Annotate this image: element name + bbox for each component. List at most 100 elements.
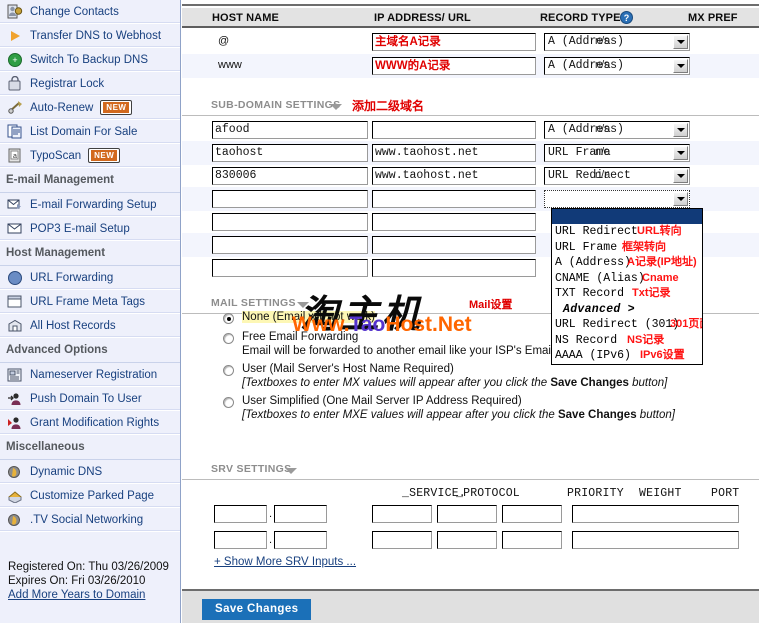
mail-option-user-simplified[interactable]: User Simplified (One Mail Server IP Addr… [182, 394, 759, 426]
show-more-srv-inputs-link[interactable]: + Show More SRV Inputs ... [214, 556, 356, 568]
sidebar-item-transfer-dns[interactable]: Transfer DNS to Webhost [0, 24, 180, 48]
sidebar-item-grant-modification-rights[interactable]: Grant Modification Rights [0, 411, 180, 435]
sidebar-item-label: .TV Social Networking [30, 513, 144, 526]
sidebar-item-auto-renew[interactable]: Auto-Renew NEW [0, 96, 180, 120]
srv-weight-input[interactable] [437, 531, 497, 549]
record-type-select[interactable]: URL Redirect [544, 167, 690, 185]
srv-priority-input[interactable] [372, 505, 432, 523]
host-name-input[interactable]: taohost [212, 144, 368, 162]
ip-address-input[interactable] [372, 190, 536, 208]
radio-user-simplified[interactable] [223, 397, 234, 408]
chevron-down-icon[interactable] [285, 468, 297, 474]
sidebar-item-label: Grant Modification Rights [30, 416, 160, 429]
ip-address-input[interactable]: WWW的A记录 [372, 57, 536, 75]
dropdown-option-txt-record[interactable]: TXT Record Txt记录 [552, 286, 702, 302]
sidebar-item-url-frame-meta-tags[interactable]: URL Frame Meta Tags [0, 290, 180, 314]
host-name-input[interactable]: 830006 [212, 167, 368, 185]
sidebar-item-label: Change Contacts [30, 5, 119, 18]
dropdown-option-cname-alias[interactable]: CNAME (Alias) Cname [552, 271, 702, 287]
sidebar-item-push-domain-to-user[interactable]: Push Domain To User [0, 387, 180, 411]
host-name-input[interactable] [212, 213, 368, 231]
chevron-down-icon[interactable] [673, 35, 688, 49]
srv-priority-input[interactable] [372, 531, 432, 549]
host-name-input[interactable] [212, 190, 368, 208]
dropdown-option-a-address[interactable]: A (Address) A记录(IP地址) [552, 255, 702, 271]
sidebar-item-label: URL Forwarding [30, 271, 114, 284]
lock-icon [6, 75, 24, 93]
ip-address-input[interactable] [372, 259, 536, 277]
dropdown-option-url-redirect[interactable]: URL Redirect URL转向 [552, 224, 702, 240]
host-name-input[interactable] [212, 236, 368, 254]
record-type-select[interactable]: URL Frame [544, 144, 690, 162]
chevron-down-icon[interactable] [330, 104, 342, 110]
sidebar-item-tv-social-networking[interactable]: .TV Social Networking [0, 508, 180, 532]
srv-settings-header[interactable]: SRV SETTINGS [182, 458, 759, 480]
sidebar-item-dynamic-dns[interactable]: Dynamic DNS [0, 460, 180, 484]
srv-dot-separator: . [269, 508, 273, 520]
record-type-select[interactable]: A (Address) [544, 57, 690, 75]
save-bar: Save Changes [182, 589, 759, 623]
record-type-select-open[interactable] [544, 190, 690, 208]
sidebar-item-customize-parked-page[interactable]: Customize Parked Page [0, 484, 180, 508]
srv-protocol-input[interactable] [274, 531, 327, 549]
ip-address-input[interactable]: 主域名A记录 [372, 33, 536, 51]
ip-address-input[interactable] [372, 236, 536, 254]
srv-port-input[interactable] [502, 531, 562, 549]
radio-user[interactable] [223, 365, 234, 376]
dropdown-option-aaaa-ipv6[interactable]: AAAA (IPv6) IPv6设置 [552, 348, 702, 364]
dropdown-option-url-redirect-301[interactable]: URL Redirect (301) 301页面 [552, 317, 702, 333]
chevron-down-icon[interactable] [673, 169, 688, 183]
dropdown-option-blank[interactable] [552, 209, 702, 224]
srv-weight-input[interactable] [437, 505, 497, 523]
srv-service-input[interactable] [214, 505, 267, 523]
sidebar-item-pop3-email-setup[interactable]: POP3 E-mail Setup [0, 217, 180, 241]
ip-address-input[interactable] [372, 121, 536, 139]
add-more-years-link[interactable]: Add More Years to Domain [8, 589, 145, 601]
mx-pref-value: n/a [595, 146, 611, 158]
save-changes-button[interactable]: Save Changes [202, 599, 312, 620]
sidebar-item-nameserver-registration[interactable]: Nameserver Registration [0, 363, 180, 387]
sidebar-item-registrar-lock[interactable]: Registrar Lock [0, 72, 180, 96]
table-row: www WWW的A记录 A (Address) n/a [182, 54, 759, 78]
srv-protocol-input[interactable] [274, 505, 327, 523]
subdomain-settings-header[interactable]: SUB-DOMAIN SETTINGS 添加二级域名 [182, 94, 759, 116]
chevron-down-icon[interactable] [673, 146, 688, 160]
sidebar-item-label: Registrar Lock [30, 77, 105, 90]
sidebar-item-change-contacts[interactable]: Change Contacts [0, 0, 180, 24]
chevron-down-icon[interactable] [297, 302, 309, 308]
srv-service-input[interactable] [214, 531, 267, 549]
sidebar-item-backup-dns[interactable]: + Switch To Backup DNS [0, 48, 180, 72]
srv-target-input[interactable] [572, 531, 739, 549]
record-type-select[interactable]: A (Address) [544, 33, 690, 51]
srv-settings-title: SRV SETTINGS [211, 463, 292, 475]
chevron-down-icon[interactable] [673, 123, 688, 137]
dropdown-option-url-frame[interactable]: URL Frame 框架转向 [552, 240, 702, 256]
record-type-dropdown-list[interactable]: URL Redirect URL转向 URL Frame 框架转向 A (Add… [551, 208, 703, 365]
sidebar-item-label: Dynamic DNS [30, 465, 103, 478]
srv-target-input[interactable] [572, 505, 739, 523]
chevron-down-icon[interactable] [673, 59, 688, 73]
srv-dot-separator: . [269, 534, 273, 546]
mail-option-user[interactable]: User (Mail Server's Host Name Required) … [182, 362, 759, 394]
dropdown-option-ns-record[interactable]: NS Record NS记录 [552, 333, 702, 349]
sidebar-item-email-forwarding-setup[interactable]: E-mail Forwarding Setup [0, 193, 180, 217]
srv-col-weight: WEIGHT [639, 487, 682, 500]
host-name-input[interactable] [212, 259, 368, 277]
sidebar-item-list-domain-for-sale[interactable]: List Domain For Sale [0, 120, 180, 144]
sidebar-item-all-host-records[interactable]: All Host Records [0, 314, 180, 338]
host-name-input[interactable]: afood [212, 121, 368, 139]
radio-none[interactable] [223, 313, 234, 324]
sidebar-item-url-forwarding[interactable]: URL Forwarding [0, 266, 180, 290]
srv-col-protocol: _PROTOCOL [456, 487, 520, 500]
record-type-select[interactable]: A (Address) [544, 121, 690, 139]
chevron-down-icon[interactable] [673, 192, 688, 206]
ip-address-input[interactable] [372, 213, 536, 231]
radio-free-email-forwarding[interactable] [223, 333, 234, 344]
ip-address-input[interactable]: www.taohost.net [372, 144, 536, 162]
record-type-help-icon[interactable]: ? [620, 11, 633, 27]
globe-icon [6, 269, 24, 287]
ip-address-input[interactable]: www.taohost.net [372, 167, 536, 185]
dropdown-option-advanced: Advanced > [563, 302, 636, 316]
srv-port-input[interactable] [502, 505, 562, 523]
sidebar-item-typoscan[interactable]: a TypoScan NEW [0, 144, 180, 168]
